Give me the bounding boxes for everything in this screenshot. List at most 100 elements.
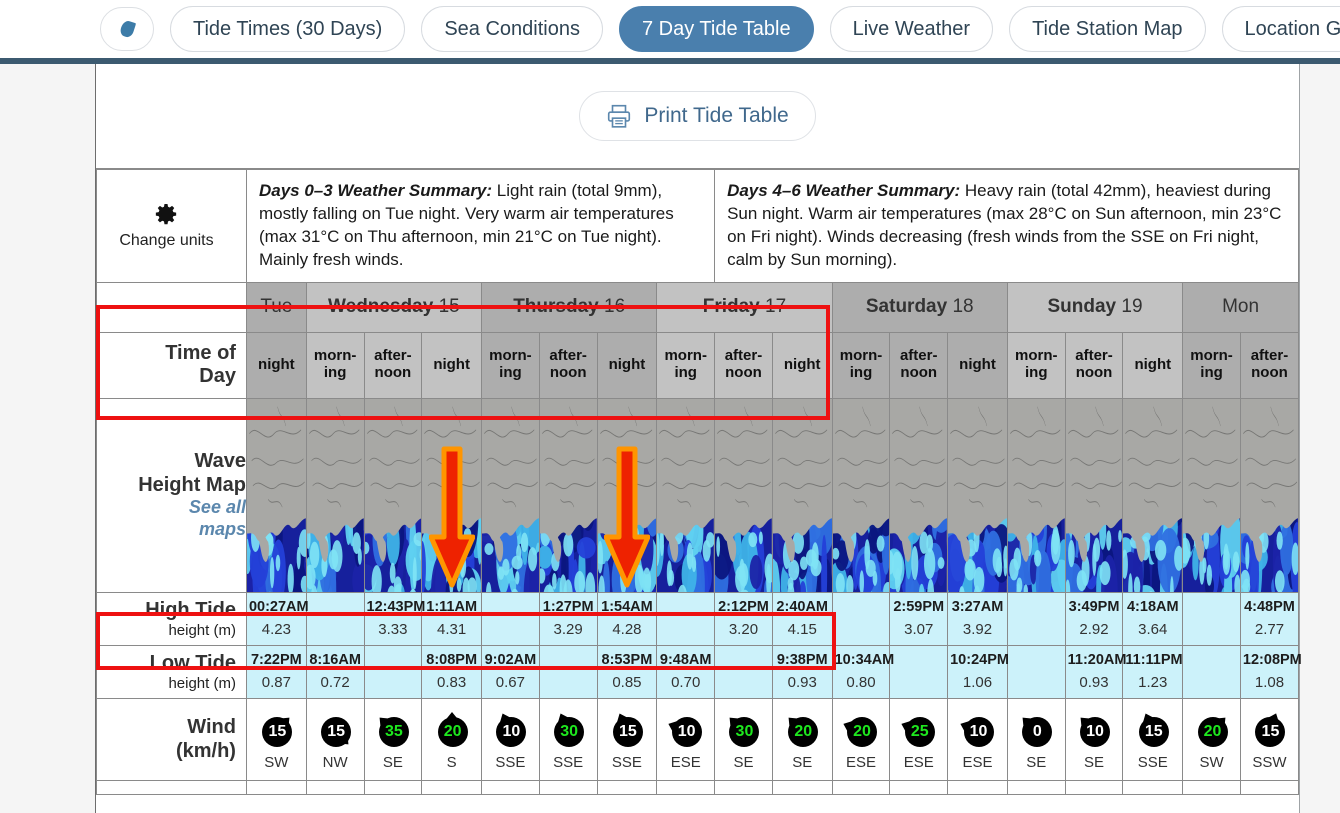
see-all-maps-link-line2[interactable]: maps (97, 519, 246, 541)
time-of-day-text: night (1134, 355, 1172, 373)
high-tide-cell (1182, 591, 1241, 647)
low-tide-height (1010, 672, 1063, 695)
wave-height-map-cell[interactable] (771, 397, 833, 593)
wave-height-map-cell[interactable] (305, 397, 365, 593)
low-tide-height (892, 672, 945, 695)
print-tide-table-button[interactable]: Print Tide Table (579, 91, 816, 141)
high-tide-cell: 1:27PM 3.29 (538, 591, 598, 647)
nav-tab-live-weather[interactable]: Live Weather (829, 6, 994, 52)
nav-tab-location-guide[interactable]: Location Guide (1221, 6, 1340, 52)
weather-summary-days-4-6: Days 4–6 Weather Summary: Heavy rain (to… (714, 169, 1299, 283)
nav-tab-sea-conditions[interactable]: Sea Conditions (421, 6, 603, 52)
time-of-day-cell: after-noon (363, 331, 423, 399)
nav-tab-tide-times[interactable]: Tide Times (30 Days) (170, 6, 406, 52)
high-tide-height (1010, 619, 1063, 642)
time-of-day-text: night (258, 355, 295, 373)
low-tide-height: 1.06 (962, 673, 993, 691)
nav-tab-tide-station-map[interactable]: Tide Station Map (1009, 6, 1206, 52)
high-tide-label-text: High Tide (145, 598, 236, 621)
low-tide-cell: 7:22PM 0.87 (245, 644, 307, 700)
wave-height-map-cell[interactable] (889, 397, 949, 593)
low-tide-time: 8:08PM (426, 652, 478, 668)
low-tide-height: 0.67 (495, 673, 525, 691)
low-tide-units: height (m) (168, 675, 236, 693)
time-of-day-cell: morn-ing (1182, 331, 1241, 399)
footer-cell (481, 780, 540, 796)
low-tide-cell: 9:48AM 0.70 (656, 644, 716, 700)
wind-cell: 20 SE (771, 698, 833, 782)
high-tide-cell: 3:49PM 2.92 (1064, 591, 1124, 647)
low-tide-time: 9:48AM (659, 652, 712, 668)
high-tide-time (835, 597, 888, 619)
low-tide-cell: 8:08PM 0.83 (421, 644, 483, 700)
low-tide-height (1185, 672, 1238, 695)
table-footer-row (96, 780, 1300, 796)
footer-cell (363, 780, 423, 796)
time-of-day-text: noon (1251, 364, 1288, 382)
site-logo[interactable] (100, 7, 154, 51)
high-tide-time: 12:43PM (366, 598, 426, 615)
wave-height-map-cell[interactable] (947, 397, 1008, 593)
map-annotation-arrow (428, 445, 476, 592)
wave-height-map-cell[interactable] (363, 397, 423, 593)
wave-height-map-cell[interactable] (1182, 397, 1241, 593)
wind-badge: 15 (1129, 709, 1177, 753)
low-tide-time: 10:24PM (950, 652, 1009, 668)
time-of-day-text: after- (724, 347, 763, 365)
time-of-day-text: morn- (664, 347, 707, 365)
day-header-name: Saturday (865, 296, 948, 318)
see-all-maps-link-line1[interactable]: See all (97, 497, 246, 519)
wave-height-map-cell[interactable] (1122, 397, 1184, 593)
map-annotation-arrow (603, 445, 651, 592)
wind-badge: 10 (486, 709, 534, 753)
wind-row: Wind (km/h) 15 SW 15 NW 35 SE 20 S 10 SS… (96, 698, 1300, 782)
nav-tab-7-day-tide-table[interactable]: 7 Day Tide Table (618, 6, 814, 52)
high-tide-cell: 2:59PM 3.07 (889, 591, 949, 647)
time-of-day-label-line1: Time of (165, 341, 236, 364)
footer-cell (947, 780, 1008, 796)
summary-title-1: Days 4–6 Weather Summary: (727, 181, 961, 200)
change-units-cell[interactable]: Change units (96, 169, 247, 283)
high-tide-time: 3:27AM (951, 598, 1004, 615)
high-tide-time (659, 597, 712, 619)
wind-direction-label: SSE (495, 754, 526, 772)
wave-height-map-cell[interactable] (1239, 397, 1300, 593)
summary-title-0: Days 0–3 Weather Summary: (258, 181, 493, 200)
low-tide-height: 0.93 (787, 673, 817, 691)
wave-height-map-cell[interactable] (831, 397, 891, 593)
high-tide-height (309, 619, 362, 642)
day-header-row: Tue Wednesday 15 Thursday 16 Friday 17 Satur… (96, 281, 1299, 333)
wave-height-map-cell[interactable] (1064, 397, 1124, 593)
time-of-day-text: after- (1075, 347, 1113, 365)
wind-badge: 30 (719, 709, 767, 753)
wave-height-map-cell[interactable] (538, 397, 598, 593)
wind-speed-value: 25 (904, 717, 935, 748)
wave-height-map-cell[interactable] (245, 397, 307, 593)
low-tide-time (1010, 650, 1063, 672)
wave-height-map-cell[interactable] (656, 397, 716, 593)
day-header-spacer (96, 281, 247, 333)
wave-height-map-cell[interactable] (714, 397, 773, 593)
time-of-day-text: after- (374, 347, 412, 365)
footer-cell (1006, 780, 1066, 796)
footer-cell (1182, 780, 1241, 796)
time-of-day-cell: morn-ing (831, 331, 891, 399)
wave-height-map-cell[interactable] (481, 397, 540, 593)
time-of-day-text: noon (1075, 364, 1113, 382)
wind-label-line2: (km/h) (175, 739, 236, 762)
wave-height-map-cell[interactable] (1006, 397, 1066, 593)
high-tide-time (1185, 597, 1238, 619)
wave-height-map-cell[interactable] (596, 397, 658, 593)
low-tide-time: 8:16AM (309, 652, 361, 668)
wind-direction-label: SSE (1137, 754, 1168, 772)
wave-height-map-label[interactable]: Wave Height Map See all maps (96, 397, 247, 593)
high-tide-time: 2:40AM (776, 598, 828, 615)
low-tide-cell: 10:24PM 1.06 (947, 644, 1009, 700)
low-tide-time: 10:34AM (834, 652, 895, 668)
day-header-date: 17 (759, 296, 787, 318)
low-tide-height: 0.87 (261, 673, 291, 691)
high-tide-row: High Tide height (m) 00:27AM 4.23 12:43PM… (96, 591, 1300, 647)
high-tide-height: 4.23 (261, 620, 291, 638)
wave-height-map-cell[interactable] (421, 397, 483, 593)
wind-cell: 15 SW (245, 698, 307, 782)
